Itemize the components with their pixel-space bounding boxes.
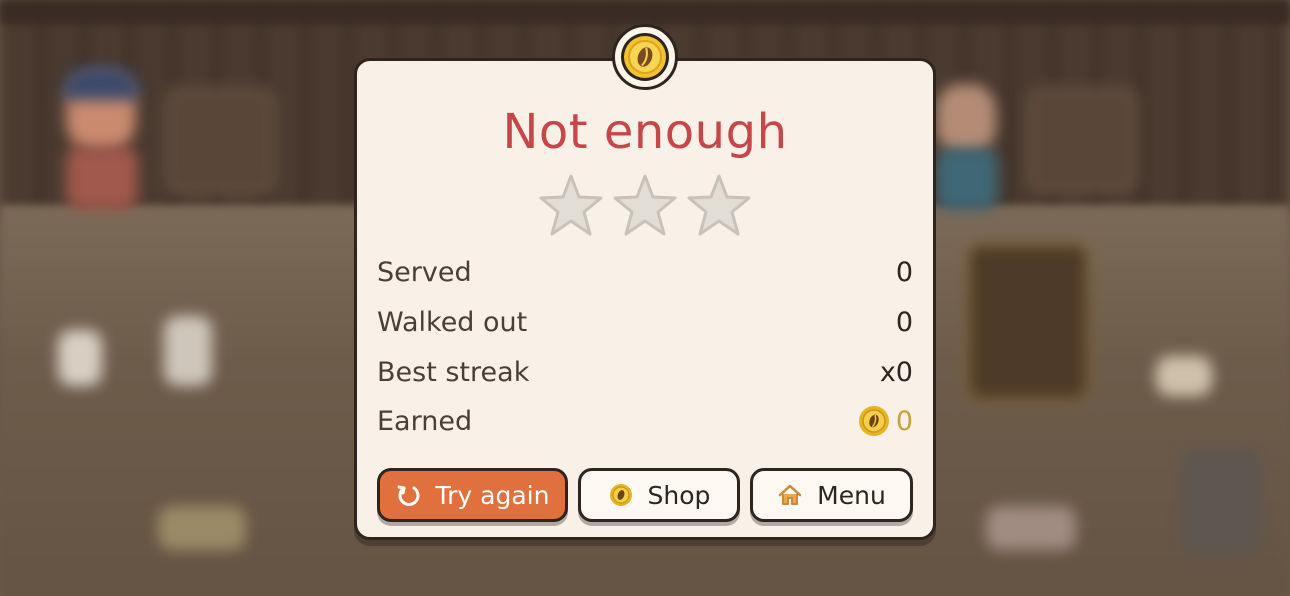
coin-icon [608, 482, 634, 508]
shop-label: Shop [647, 480, 711, 510]
customer-left-body [66, 146, 138, 210]
home-icon [777, 482, 803, 508]
order-bubble-right [1028, 88, 1136, 192]
stat-value: 0 [895, 405, 913, 437]
stat-row-earned: Earned 0 [377, 401, 913, 441]
trash-bin [1180, 448, 1262, 556]
star-empty-icon [687, 174, 751, 236]
food-tray-left [158, 506, 246, 550]
menu-label: Menu [817, 480, 886, 510]
earned-value-group: 0 [858, 405, 913, 437]
shop-button[interactable]: Shop [578, 468, 740, 522]
cup-station [58, 330, 102, 386]
result-title: Not enough [502, 104, 788, 160]
background-ceiling [0, 0, 1290, 24]
menu-button[interactable]: Menu [750, 468, 913, 522]
stat-row-best-streak: Best streak x0 [377, 352, 913, 392]
star-rating [538, 173, 752, 239]
try-again-button[interactable]: Try again [377, 468, 568, 522]
restart-icon [396, 482, 422, 508]
try-again-label: Try again [435, 480, 550, 510]
coin-icon [858, 406, 889, 436]
stat-label: Best streak [377, 356, 530, 388]
stat-label: Walked out [377, 306, 528, 338]
order-bubble-left [166, 88, 274, 194]
coffee-machine [966, 242, 1090, 402]
food-tray-right [986, 506, 1076, 550]
stat-value: x0 [879, 356, 913, 388]
stat-row-walked-out: Walked out 0 [377, 302, 913, 342]
customer-left-hat [62, 66, 140, 100]
oven-tray [1156, 356, 1212, 396]
stat-label: Served [377, 256, 472, 288]
stat-label: Earned [377, 405, 473, 437]
stat-row-served: Served 0 [377, 252, 913, 292]
stat-value: 0 [895, 306, 913, 338]
star-empty-icon [613, 174, 677, 236]
coffee-bean-coin-icon [612, 24, 678, 90]
stat-value: 0 [895, 256, 913, 288]
milk-station [164, 316, 212, 386]
star-empty-icon [539, 174, 603, 236]
